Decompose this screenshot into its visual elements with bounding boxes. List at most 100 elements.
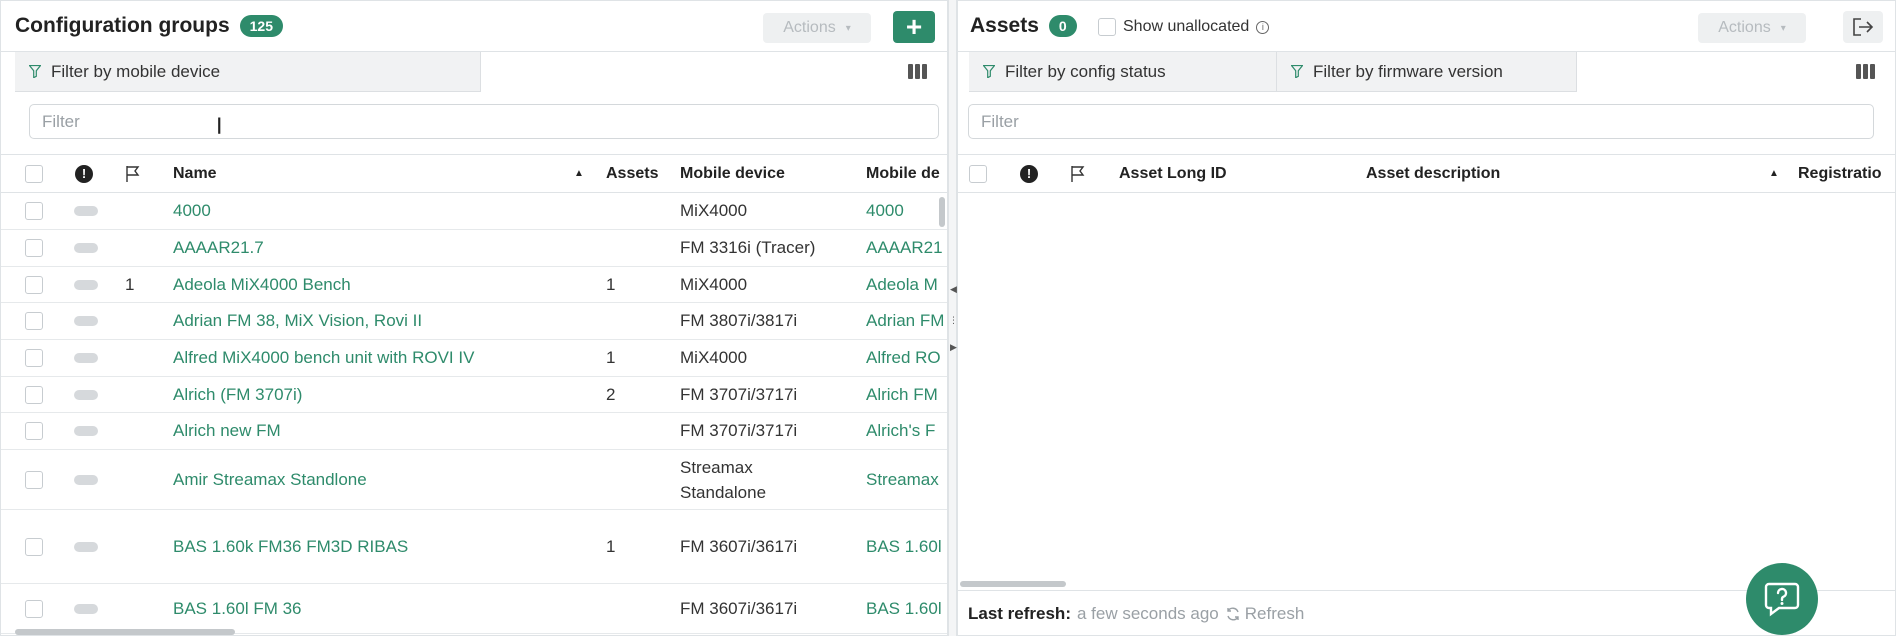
chevron-down-icon: ▾ (845, 22, 851, 34)
alert-column-icon[interactable]: ! (75, 155, 93, 192)
assets-pane: Assets 0 Show unallocated i Actions ▾ Fi… (957, 0, 1896, 636)
horizontal-scrollbar[interactable] (15, 629, 235, 635)
status-toggle[interactable] (74, 193, 98, 229)
table-row[interactable]: BAS 1.60l FM 36 FM 3607i/3617i BAS 1.60l (1, 584, 947, 634)
add-config-group-button[interactable]: + (893, 11, 935, 43)
flag-column-icon[interactable] (1070, 155, 1086, 192)
filter-by-config-status-chip[interactable]: Filter by config status (969, 52, 1277, 92)
logout-button[interactable] (1843, 11, 1883, 43)
table-row[interactable]: Adrian FM 38, MiX Vision, Rovi II FM 3807… (1, 303, 947, 340)
help-chat-button[interactable] (1746, 563, 1818, 635)
table-row[interactable]: 4000 MiX4000 4000 (1, 193, 947, 230)
group-name-link[interactable]: Amir Streamax Standlone (173, 450, 367, 509)
sort-ascending-icon[interactable]: ▲ (1769, 155, 1779, 192)
horizontal-scrollbar[interactable] (960, 581, 1066, 587)
group-name-link[interactable]: Alrich new FM (173, 413, 281, 449)
show-unallocated-checkbox[interactable] (1098, 18, 1116, 36)
column-header-mobile-de[interactable]: Mobile de (866, 155, 940, 192)
status-toggle[interactable] (74, 267, 98, 302)
mobile-device-link[interactable]: 4000 (866, 193, 946, 229)
mobile-device-link[interactable]: Adeola M (866, 267, 946, 302)
row-checkbox[interactable] (25, 230, 43, 266)
columns-icon[interactable] (1856, 64, 1875, 79)
status-toggle[interactable] (74, 510, 98, 583)
row-checkbox[interactable] (25, 584, 43, 633)
search-placeholder: Filter (981, 111, 1019, 131)
row-checkbox[interactable] (25, 377, 43, 412)
row-checkbox[interactable] (25, 340, 43, 376)
last-refresh-label: Last refresh: (968, 604, 1071, 623)
select-all-checkbox[interactable] (25, 155, 43, 192)
group-name-link[interactable]: Alfred MiX4000 bench unit with ROVI IV (173, 340, 474, 376)
status-toggle[interactable] (74, 340, 98, 376)
column-header-asset-description[interactable]: Asset description (1366, 155, 1500, 192)
table-row[interactable]: Amir Streamax Standlone Streamax Standalon… (1, 450, 947, 510)
filter-chip-label: Filter by firmware version (1313, 61, 1503, 81)
assets-actions-button[interactable]: Actions ▾ (1698, 13, 1806, 43)
mobile-device: FM 3316i (Tracer) (680, 238, 816, 257)
group-name-link[interactable]: 4000 (173, 193, 211, 229)
mobile-device-link[interactable]: BAS 1.60l (866, 510, 946, 583)
mobile-device: MiX4000 (680, 274, 748, 294)
text-cursor-icon: Ι (216, 115, 223, 140)
assets-search-input[interactable]: Filter (968, 104, 1874, 139)
columns-icon[interactable] (908, 64, 927, 79)
table-row[interactable]: Alfred MiX4000 bench unit with ROVI IV 1 M… (1, 340, 947, 377)
mobile-device-link[interactable]: AAAAR21 (866, 230, 946, 266)
select-all-checkbox[interactable] (969, 155, 987, 192)
mobile-device-link[interactable]: Alrich FM (866, 377, 946, 412)
logout-icon (1853, 18, 1874, 36)
refresh-link[interactable]: Refresh (1225, 604, 1304, 624)
pane-splitter[interactable]: ◀ ⋮ ▶ (948, 0, 958, 636)
table-row[interactable]: 1 Adeola MiX4000 Bench 1 MiX4000 Adeola M (1, 267, 947, 303)
status-toggle[interactable] (74, 413, 98, 449)
search-placeholder: Filter (42, 111, 80, 131)
table-row[interactable]: Alrich (FM 3707i) 2 FM 3707i/3717i Alrich F… (1, 377, 947, 413)
column-header-name[interactable]: Name (173, 155, 217, 192)
row-checkbox[interactable] (25, 267, 43, 302)
mobile-device-link[interactable]: Adrian FM (866, 303, 946, 339)
table-row[interactable]: Alrich new FM FM 3707i/3717i Alrich's F (1, 413, 947, 450)
flag-column-icon[interactable] (125, 155, 141, 192)
filter-by-firmware-version-chip[interactable]: Filter by firmware version (1277, 52, 1577, 92)
status-toggle[interactable] (74, 450, 98, 509)
vertical-scrollbar[interactable] (939, 197, 945, 227)
last-refresh-time: a few seconds ago (1076, 604, 1219, 623)
group-name-link[interactable]: BAS 1.60k FM36 FM3D RIBAS (173, 510, 408, 583)
sort-ascending-icon[interactable]: ▲ (574, 155, 584, 192)
group-name-link[interactable]: Adeola MiX4000 Bench (173, 267, 351, 302)
row-checkbox[interactable] (25, 450, 43, 509)
group-name-link[interactable]: Adrian FM 38, MiX Vision, Rovi II (173, 303, 422, 339)
row-checkbox[interactable] (25, 413, 43, 449)
alert-column-icon[interactable]: ! (1020, 155, 1038, 192)
row-checkbox[interactable] (25, 303, 43, 339)
group-name-link[interactable]: BAS 1.60l FM 36 (173, 584, 302, 633)
mobile-device-link[interactable]: Streamax (866, 450, 946, 509)
filter-by-mobile-device-chip[interactable]: Filter by mobile device (15, 52, 481, 92)
row-checkbox[interactable] (25, 193, 43, 229)
config-groups-actions-button[interactable]: Actions ▾ (763, 13, 871, 43)
mobile-device: MiX4000 (680, 201, 748, 220)
group-name-link[interactable]: Alrich (FM 3707i) (173, 377, 302, 412)
status-toggle[interactable] (74, 377, 98, 412)
table-row[interactable]: AAAAR21.7 FM 3316i (Tracer) AAAAR21 (1, 230, 947, 267)
mobile-device-link[interactable]: Alfred RO (866, 340, 946, 376)
status-toggle[interactable] (74, 230, 98, 266)
column-header-assets[interactable]: Assets (606, 155, 658, 192)
group-name-link[interactable]: AAAAR21.7 (173, 230, 264, 266)
status-toggle[interactable] (74, 584, 98, 633)
config-groups-title: Configuration groups (15, 14, 230, 37)
column-header-asset-long-id[interactable]: Asset Long ID (1119, 155, 1227, 192)
mobile-device-line-1: Streamax (680, 457, 753, 477)
status-toggle[interactable] (74, 303, 98, 339)
column-header-registration[interactable]: Registratio (1798, 155, 1882, 192)
table-row[interactable]: BAS 1.60k FM36 FM3D RIBAS 1 FM 3607i/3617i… (1, 510, 947, 584)
column-header-mobile-device[interactable]: Mobile device (680, 155, 785, 192)
show-unallocated-toggle[interactable]: Show unallocated i (1098, 18, 1270, 36)
config-groups-search-input[interactable]: Filter (29, 104, 939, 139)
mobile-device-link[interactable]: Alrich's F (866, 413, 946, 449)
row-checkbox[interactable] (25, 510, 43, 583)
mobile-device-link[interactable]: BAS 1.60l (866, 584, 946, 633)
info-icon[interactable]: i (1256, 20, 1270, 34)
mobile-device: FM 3707i/3717i (680, 384, 798, 404)
